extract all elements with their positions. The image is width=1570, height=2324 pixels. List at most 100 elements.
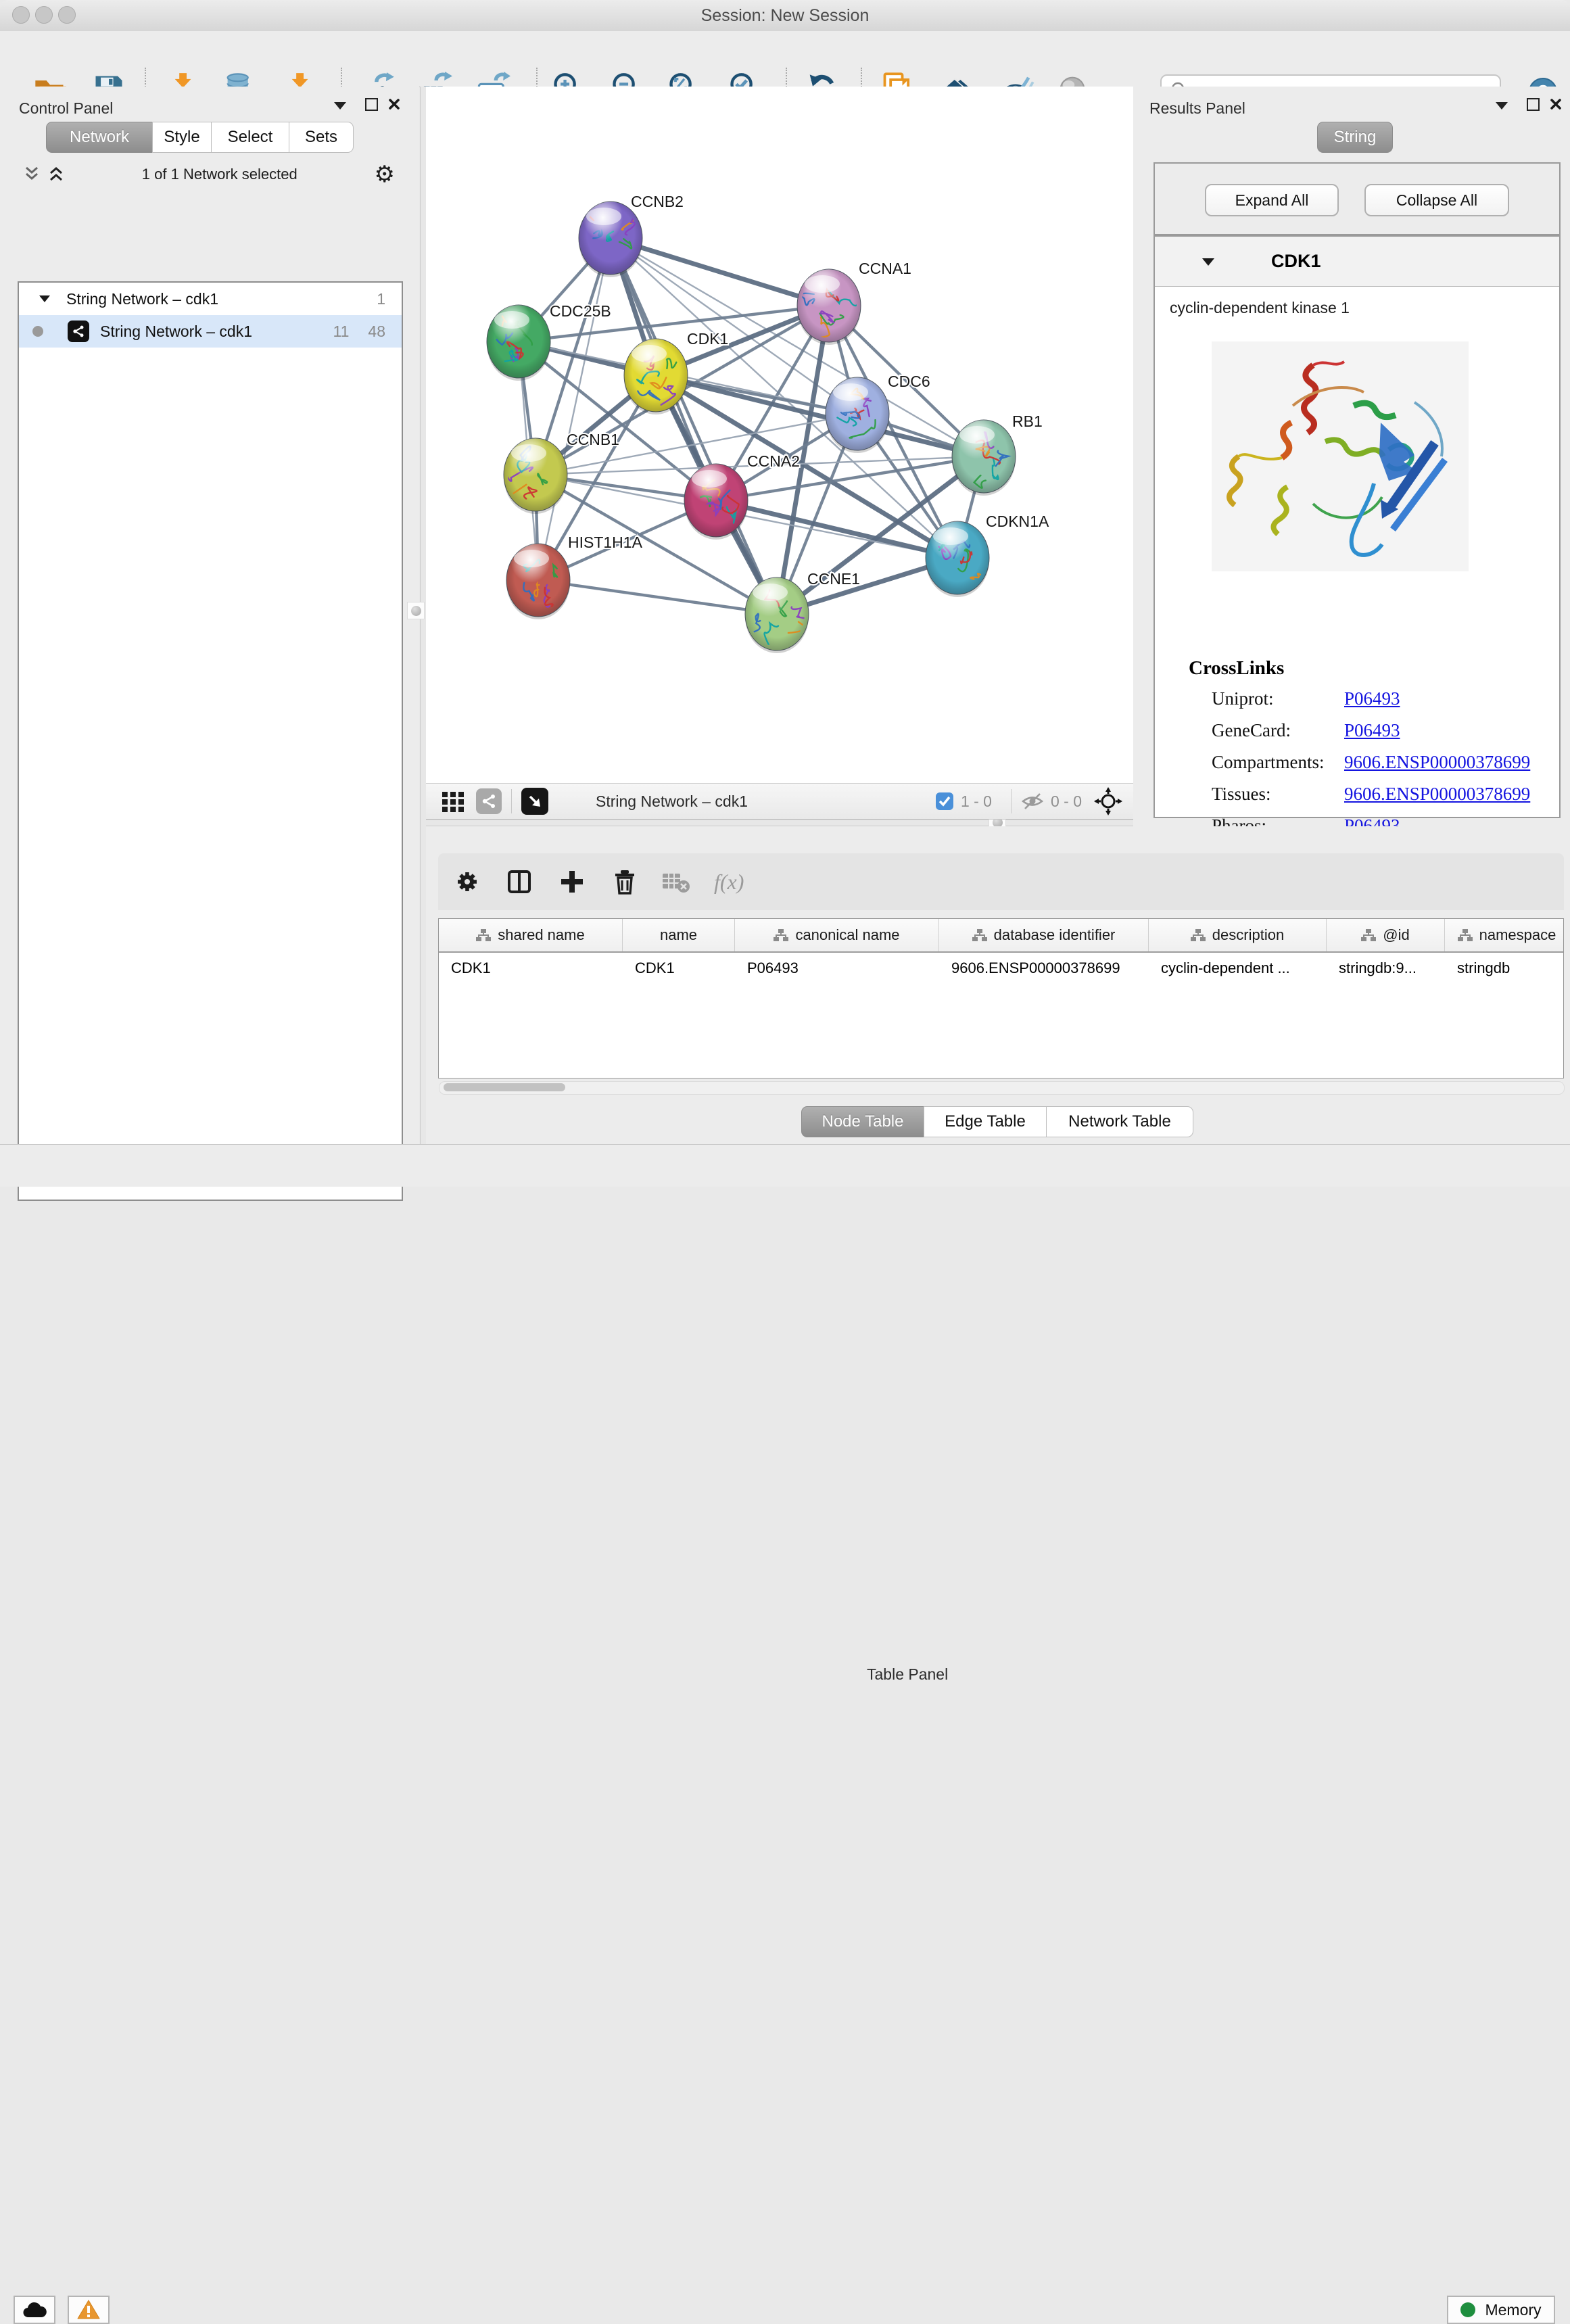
add-column-plus-icon[interactable] (558, 868, 586, 895)
tab-node-table[interactable]: Node Table (801, 1106, 924, 1137)
expand-all-chevron-icon[interactable] (47, 166, 65, 183)
panel-close-button[interactable] (387, 97, 402, 111)
table-cell[interactable]: cyclin-dependent ... (1149, 953, 1327, 984)
table-horizontal-scrollbar[interactable] (439, 1081, 1565, 1095)
function-builder-fx-icon[interactable]: f(x) (714, 870, 744, 895)
network-node-CDC25B[interactable] (487, 305, 550, 381)
title-bar: Session: New Session (0, 0, 1570, 32)
column-namespace-tree-icon (476, 928, 491, 942)
network-node-CDKN1A[interactable] (926, 521, 993, 597)
warnings-button[interactable] (68, 2296, 110, 2324)
delete-table-icon-disabled[interactable] (661, 870, 691, 894)
network-node-CCNA2[interactable] (684, 464, 748, 540)
tab-string[interactable]: String (1317, 122, 1393, 153)
scrollbar-thumb[interactable] (444, 1083, 565, 1091)
string-network-graph[interactable]: CCNB2CCNA1CDC25BCDK1CDC6RB1CCNB1CCNA2CDK… (426, 87, 1133, 783)
current-network-dot-icon (32, 326, 43, 337)
panel-float-button[interactable] (364, 97, 379, 111)
delete-column-trash-icon[interactable] (611, 868, 638, 895)
results-float-button[interactable] (1525, 97, 1540, 111)
network-node-CCNE1[interactable] (745, 577, 809, 653)
node-label-CDC25B: CDC25B (550, 302, 611, 320)
close-icon (388, 98, 400, 110)
column-header-shared-name[interactable]: shared name (439, 919, 623, 951)
protein-header-row[interactable]: CDK1 (1155, 237, 1559, 287)
memory-button[interactable]: Memory (1447, 2296, 1555, 2324)
node-label-CCNA2: CCNA2 (747, 452, 800, 470)
crosslink-compartments-link[interactable]: 9606.ENSP00000378699 (1344, 752, 1530, 773)
control-panel-header: Control Panel (19, 95, 113, 122)
node-table: shared namenamecanonical namedatabase id… (438, 918, 1564, 1078)
column-header-description[interactable]: description (1149, 919, 1327, 951)
gear-icon[interactable]: ⚙ (375, 161, 395, 188)
results-menu-button[interactable] (1494, 99, 1509, 112)
table-cell[interactable]: stringdb (1445, 953, 1564, 984)
collection-count: 1 (377, 290, 385, 308)
crosslink-genecard-link[interactable]: P06493 (1344, 720, 1400, 741)
network-node-CCNA1[interactable] (797, 269, 861, 345)
left-splitter-handle[interactable] (407, 602, 425, 619)
tab-network[interactable]: Network (46, 122, 153, 153)
node-label-CCNB2: CCNB2 (631, 193, 684, 210)
crosshair-icon[interactable] (1094, 787, 1122, 815)
node-label-RB1: RB1 (1012, 412, 1043, 430)
network-node-RB1[interactable] (952, 420, 1016, 496)
table-cell[interactable]: P06493 (735, 953, 939, 984)
tab-style[interactable]: Style (152, 122, 212, 153)
crosslinks-title: CrossLinks (1189, 657, 1284, 680)
table-row[interactable]: CDK1CDK1P064939606.ENSP00000378699cyclin… (439, 953, 1563, 984)
network-node-CCNB2[interactable] (571, 201, 645, 277)
network-node-HIST1H1A[interactable] (506, 544, 570, 619)
network-row-selected[interactable]: String Network – cdk1 11 48 (19, 315, 402, 348)
crosslink-row-compartments: Compartments:9606.ENSP00000378699 (1212, 752, 1324, 773)
expand-all-button[interactable]: Expand All (1205, 184, 1339, 216)
close-icon (1550, 98, 1562, 110)
network-badge-gray-icon[interactable] (476, 788, 502, 814)
network-collection-row[interactable]: String Network – cdk1 1 (19, 283, 402, 315)
status-bar: Memory (0, 1144, 1570, 1187)
column-header--id[interactable]: @id (1327, 919, 1445, 951)
column-header-name[interactable]: name (623, 919, 735, 951)
network-canvas[interactable]: CCNB2CCNA1CDC25BCDK1CDC6RB1CCNB1CCNA2CDK… (426, 87, 1133, 783)
cloud-status-button[interactable] (14, 2296, 55, 2324)
table-cell[interactable]: CDK1 (623, 953, 735, 984)
collapse-all-button[interactable]: Collapse All (1364, 184, 1509, 216)
node-label-HIST1H1A: HIST1H1A (568, 533, 643, 551)
warning-triangle-icon (77, 2300, 100, 2320)
detach-view-button[interactable] (521, 788, 548, 815)
table-settings-gear-icon[interactable] (454, 869, 480, 895)
grid-view-icon[interactable] (441, 789, 465, 813)
table-cell[interactable]: 9606.ENSP00000378699 (939, 953, 1149, 984)
crosslink-tissues-link[interactable]: 9606.ENSP00000378699 (1344, 784, 1530, 805)
column-namespace-tree-icon (774, 928, 788, 942)
collapse-all-chevron-icon[interactable] (23, 166, 41, 183)
column-namespace-tree-icon (972, 928, 987, 942)
table-cell[interactable]: stringdb:9... (1327, 953, 1445, 984)
network-node-CDK1[interactable] (624, 339, 688, 414)
expander-triangle-icon[interactable] (38, 293, 51, 304)
tab-sets[interactable]: Sets (289, 122, 354, 153)
selected-checkbox-icon[interactable] (935, 792, 954, 811)
tab-network-table[interactable]: Network Table (1046, 1106, 1193, 1137)
column-header-namespace[interactable]: namespace (1445, 919, 1564, 951)
separator (511, 789, 512, 813)
hidden-eye-icon[interactable] (1021, 791, 1044, 811)
expander-triangle-icon[interactable] (1201, 256, 1216, 268)
crosslink-row-genecard: GeneCard:P06493 (1212, 720, 1291, 741)
table-cell[interactable]: CDK1 (439, 953, 623, 984)
network-node-CDC6[interactable] (826, 377, 889, 453)
network-node-CCNB1[interactable] (504, 438, 567, 514)
column-header-canonical-name[interactable]: canonical name (735, 919, 939, 951)
results-close-button[interactable] (1548, 97, 1563, 111)
panel-menu-button[interactable] (333, 99, 348, 112)
crosslink-uniprot-link[interactable]: P06493 (1344, 688, 1400, 709)
column-header-database-identifier[interactable]: database identifier (939, 919, 1149, 951)
show-columns-icon[interactable] (506, 868, 533, 895)
hidden-count: 0 - 0 (1051, 792, 1082, 811)
network-edges[interactable] (519, 238, 984, 614)
tab-select[interactable]: Select (211, 122, 289, 153)
cytoscape-window: { "window": { "title": "Session: New Ses… (0, 0, 1570, 1186)
cloud-icon (22, 2301, 47, 2319)
memory-status-dot-icon (1460, 2302, 1475, 2317)
tab-edge-table[interactable]: Edge Table (924, 1106, 1047, 1137)
